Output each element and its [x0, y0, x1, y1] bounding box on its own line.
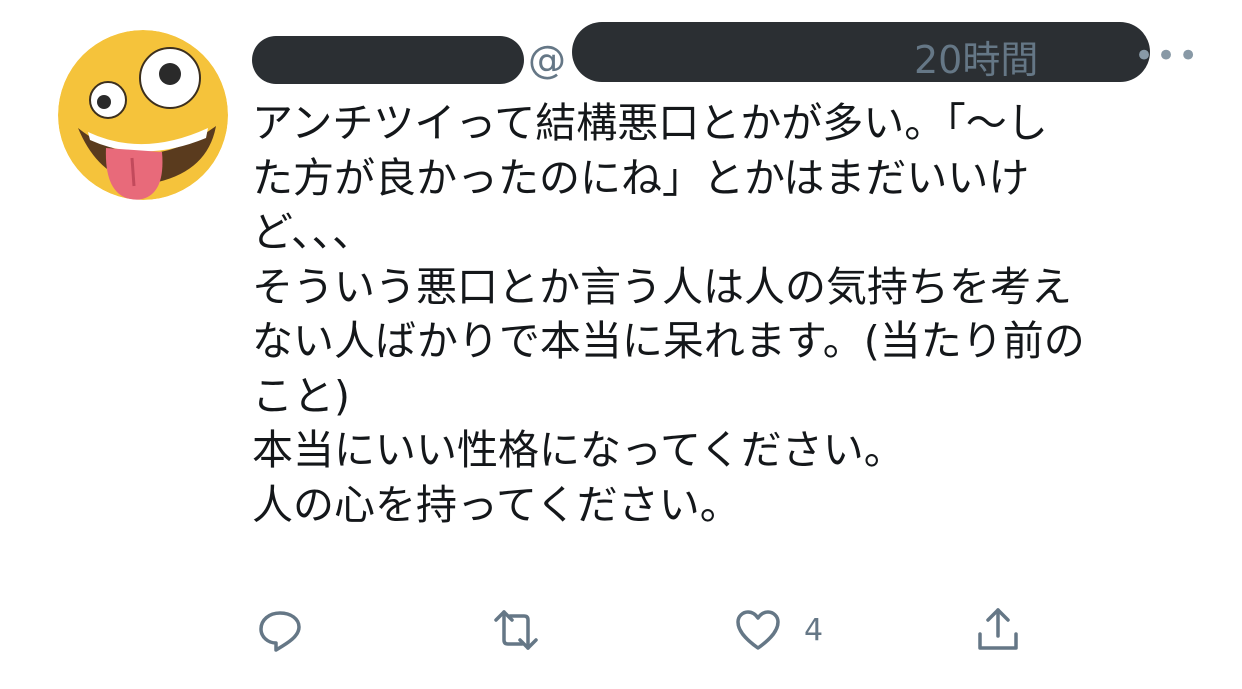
zany-face-emoji-icon [58, 30, 228, 200]
tweet-timestamp[interactable]: 20時間 [914, 36, 1038, 84]
redacted-username [572, 22, 1150, 82]
share-icon [978, 608, 1018, 650]
at-symbol: @ [528, 38, 566, 82]
share-button[interactable] [974, 606, 1022, 654]
tweet-text-line: アンチツイって結構悪口とかが多い。「〜し [252, 99, 1048, 147]
retweet-button[interactable] [492, 606, 540, 654]
tweet-text-line: 本当にいい性格になってください。 [252, 426, 905, 474]
tweet-text-line: ど、、、 [252, 208, 373, 256]
tweet-text-line: こと) [252, 371, 350, 420]
like-button[interactable]: 4 [734, 606, 823, 654]
tweet-text-line: そういう悪口とか言う人は人の気持ちを考え [252, 262, 1072, 311]
tweet-header: @ 20時間 ••• [252, 22, 1212, 84]
more-icon[interactable]: ••• [1134, 32, 1200, 80]
like-count: 4 [804, 612, 824, 648]
reply-button[interactable] [256, 606, 304, 654]
tweet-text: アンチツイって結構悪口とかが多い。「〜し た方が良かったのにね」とかはまだいいけ… [252, 96, 1192, 532]
tweet-text-line: ない人ばかりで本当に呆れます。(当たり前の [252, 317, 1085, 365]
tweet-text-line: 人の心を持ってください。 [252, 480, 741, 529]
tweet-text-line: た方が良かったのにね」とかはまだいいけ [252, 153, 1030, 202]
heart-icon [736, 610, 780, 650]
tweet-actions: 4 [252, 606, 1052, 666]
retweet-icon [494, 610, 538, 650]
reply-icon [259, 611, 301, 652]
redacted-display-name [252, 36, 524, 84]
avatar[interactable] [58, 30, 228, 200]
